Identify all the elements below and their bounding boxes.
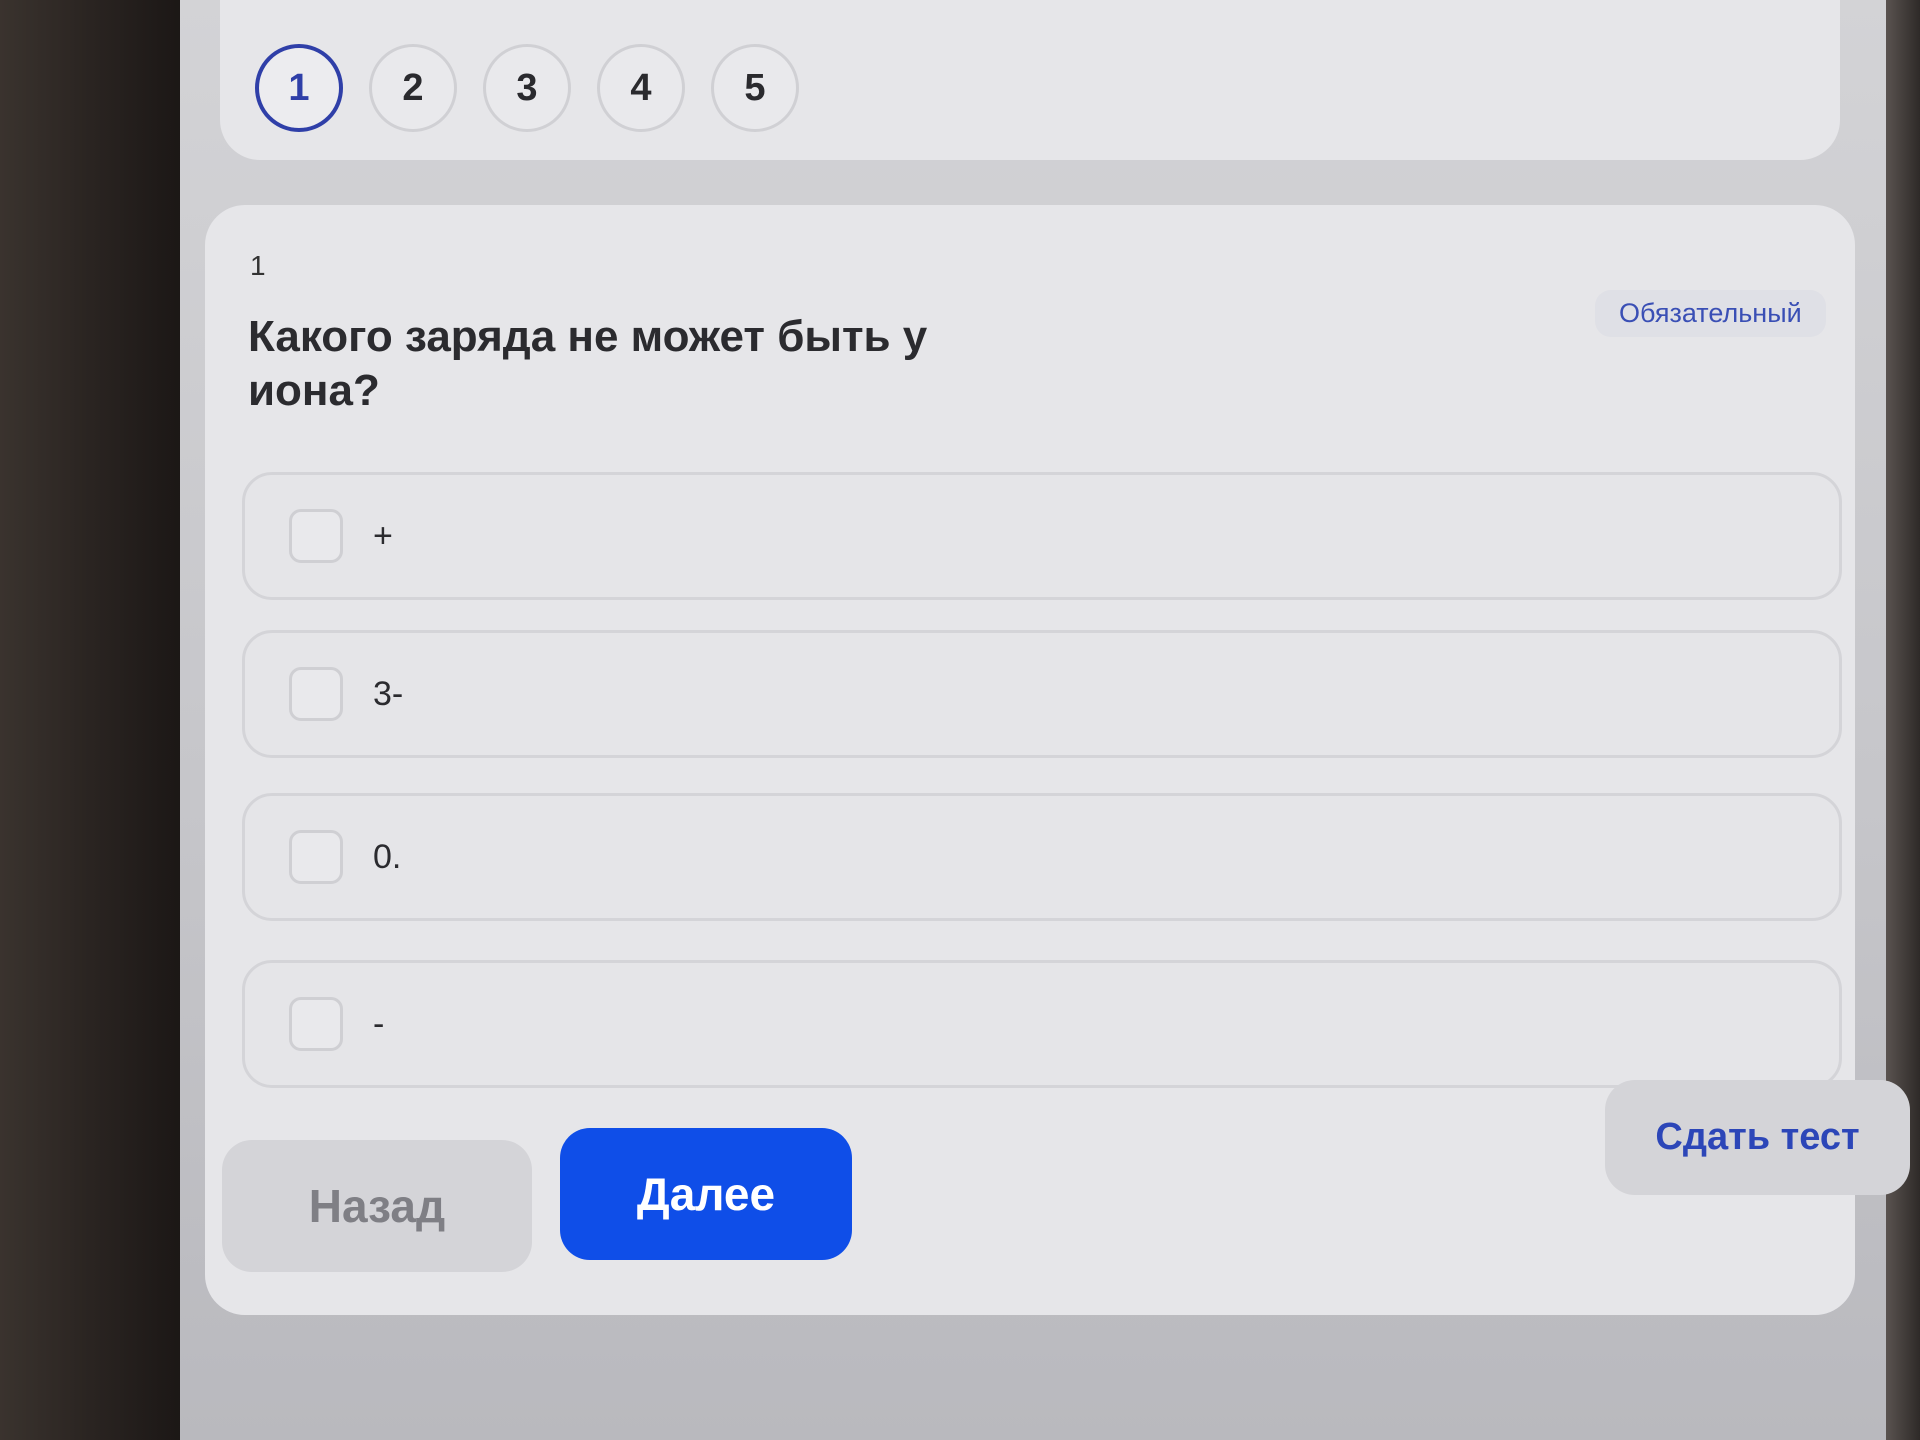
answer-checkbox-4[interactable] <box>289 997 343 1051</box>
step-2-button[interactable]: 2 <box>369 44 457 132</box>
answer-option-3[interactable]: 0. <box>242 793 1842 921</box>
next-button[interactable]: Далее <box>560 1128 852 1260</box>
answer-option-1[interactable]: + <box>242 472 1842 600</box>
submit-test-button[interactable]: Сдать тест <box>1605 1080 1910 1195</box>
step-3-button[interactable]: 3 <box>483 44 571 132</box>
answer-label-1: + <box>373 516 393 555</box>
question-text: Какого заряда не может быть у иона? <box>248 312 928 415</box>
step-5-button[interactable]: 5 <box>711 44 799 132</box>
step-1-button[interactable]: 1 <box>255 44 343 132</box>
question-number: 1 <box>250 250 266 281</box>
required-badge: Обязательный <box>1595 290 1826 337</box>
answer-option-2[interactable]: 3- <box>242 630 1842 758</box>
answer-checkbox-1[interactable] <box>289 509 343 563</box>
answer-label-4: - <box>373 1004 385 1043</box>
answer-checkbox-2[interactable] <box>289 667 343 721</box>
device-bezel-left <box>0 0 210 1440</box>
device-bezel-right <box>1886 0 1920 1440</box>
answer-checkbox-3[interactable] <box>289 830 343 884</box>
answer-label-2: 3- <box>373 674 404 713</box>
back-button[interactable]: Назад <box>222 1140 532 1272</box>
step-4-button[interactable]: 4 <box>597 44 685 132</box>
answer-option-4[interactable]: - <box>242 960 1842 1088</box>
question-step-list: 1 2 3 4 5 <box>255 44 799 132</box>
answer-label-3: 0. <box>373 837 402 876</box>
